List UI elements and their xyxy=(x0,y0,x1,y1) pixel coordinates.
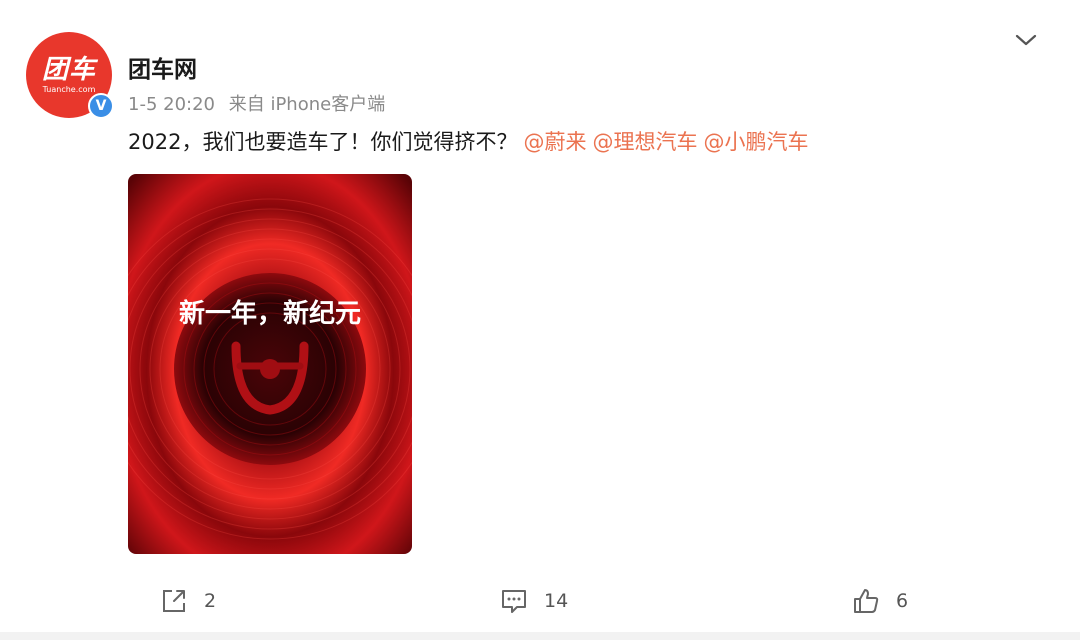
share-count: 2 xyxy=(204,590,217,612)
image-caption: 新一年，新纪元 xyxy=(179,298,361,329)
mention-nio[interactable]: @蔚来 xyxy=(523,130,586,154)
like-icon xyxy=(854,589,879,613)
username[interactable]: 团车网 xyxy=(128,50,197,84)
share-button[interactable]: 2 xyxy=(160,586,216,616)
share-icon xyxy=(163,590,185,612)
like-button[interactable]: 6 xyxy=(852,586,908,616)
weibo-post-card: 团车 Tuanche.com V 团车网 1-5 20:20 来自 iPhone… xyxy=(0,0,1080,640)
post-meta: 1-5 20:20 来自 iPhone客户端 xyxy=(128,90,393,116)
post-image[interactable]: 新一年，新纪元 xyxy=(128,174,412,554)
comment-count: 14 xyxy=(544,590,569,612)
chevron-down-icon[interactable] xyxy=(1012,26,1040,54)
post-body: 2022，我们也要造车了！你们觉得挤不？ xyxy=(128,130,518,154)
post-time[interactable]: 1-5 20:20 xyxy=(128,94,215,115)
avatar-logo: 团车 xyxy=(41,54,96,85)
mention-li-auto[interactable]: @理想汽车 xyxy=(592,130,697,154)
verified-badge-icon: V xyxy=(88,93,114,119)
avatar-sub: Tuanche.com xyxy=(42,84,96,94)
mention-xpeng[interactable]: @小鹏汽车 xyxy=(703,130,808,154)
post-text: 2022，我们也要造车了！你们觉得挤不？ @蔚来 @理想汽车 @小鹏汽车 xyxy=(128,126,808,156)
card-divider xyxy=(0,632,1080,640)
comment-icon xyxy=(502,590,526,613)
post-source: 来自 iPhone客户端 xyxy=(228,94,386,115)
like-count: 6 xyxy=(896,590,909,612)
comment-button[interactable]: 14 xyxy=(500,586,568,616)
